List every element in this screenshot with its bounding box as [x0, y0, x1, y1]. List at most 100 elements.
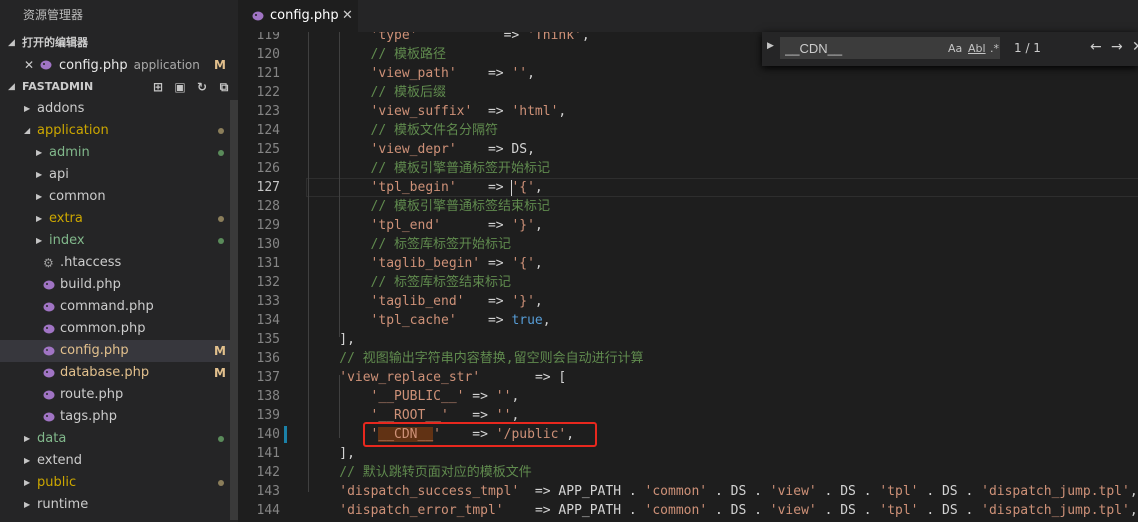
- tree-item-htaccess[interactable]: ⚙ .htaccess: [0, 252, 238, 274]
- code-text: // 模板引擎普通标签结束标记: [371, 197, 550, 216]
- find-input[interactable]: [780, 37, 1000, 59]
- tree-item-label: config.php: [60, 343, 129, 358]
- line-number: 142: [256, 465, 280, 480]
- line-number: 123: [256, 104, 280, 119]
- tree-item-command-php[interactable]: command.php: [0, 296, 238, 318]
- code-line[interactable]: 142 // 默认跳转页面对应的模板文件: [238, 463, 1138, 482]
- code-editor[interactable]: 119 'type' => 'Think', 120 // 模板路径 121 'view_…: [238, 32, 1138, 522]
- project-label: FASTADMIN: [22, 80, 94, 93]
- whole-word-icon[interactable]: Abl: [968, 42, 986, 55]
- code-line[interactable]: 127 'tpl_begin' => '{',: [238, 178, 1138, 197]
- tree-item-runtime[interactable]: ▶ runtime: [0, 494, 238, 516]
- code-line[interactable]: 140 '__CDN__' => '/public',: [238, 422, 1138, 447]
- tree-item-common[interactable]: ▶ common: [0, 186, 238, 208]
- explorer-actions: ⊞ ▣ ↻ ⧉: [150, 76, 232, 98]
- text-cursor: [511, 180, 513, 196]
- code-line[interactable]: 132 // 标签库标签结束标记: [238, 273, 1138, 292]
- code-line[interactable]: 141],: [238, 444, 1138, 463]
- modified-badge: M: [214, 58, 226, 72]
- code-line[interactable]: 126 // 模板引擎普通标签开始标记: [238, 159, 1138, 178]
- tree-item-label: extend: [37, 453, 83, 468]
- code-token: =>: [417, 32, 528, 43]
- close-find-icon[interactable]: ✕: [1132, 39, 1138, 55]
- tree-item-data[interactable]: ▶ data: [0, 428, 238, 450]
- code-token: =>: [472, 104, 512, 119]
- tree-item-extend[interactable]: ▶ extend: [0, 450, 238, 472]
- code-line[interactable]: 130 // 标签库标签开始标记: [238, 235, 1138, 254]
- tab-close-icon[interactable]: ✕: [342, 0, 353, 32]
- code-line[interactable]: 137 'view_replace_str' => [: [238, 368, 1138, 387]
- regex-icon[interactable]: .*: [990, 42, 999, 55]
- tree-item-config-php[interactable]: config.php M: [0, 340, 238, 362]
- editor-tab-bar: config.php ✕: [238, 0, 1138, 32]
- chevron-right-icon: ▶: [36, 192, 43, 201]
- tree-item-admin[interactable]: ▶ admin: [0, 142, 238, 164]
- code-line[interactable]: 125 'view_depr' => DS,: [238, 140, 1138, 159]
- line-number: 130: [256, 237, 280, 252]
- tree-item-public[interactable]: ▶ public: [0, 472, 238, 494]
- previous-match-icon[interactable]: ←: [1090, 39, 1102, 55]
- code-line[interactable]: 138 '__PUBLIC__' => '',: [238, 387, 1138, 406]
- sidebar-scrollbar[interactable]: [230, 100, 238, 520]
- tree-item-api[interactable]: ▶ api: [0, 164, 238, 186]
- tree-item-common-php[interactable]: common.php: [0, 318, 238, 340]
- tree-item-extra[interactable]: ▶ extra: [0, 208, 238, 230]
- code-text: ],: [339, 444, 355, 463]
- code-line[interactable]: 143 'dispatch_success_tmpl' => APP_PATH .…: [238, 482, 1138, 501]
- match-case-icon[interactable]: Aa: [948, 42, 962, 55]
- code-token: => APP_PATH .: [503, 503, 645, 518]
- tree-item-tags-php[interactable]: tags.php: [0, 406, 238, 428]
- tree-item-build-php[interactable]: build.php: [0, 274, 238, 296]
- code-line[interactable]: 134 'tpl_cache' => true,: [238, 311, 1138, 330]
- chevron-right-icon: ▶: [36, 236, 43, 245]
- next-match-icon[interactable]: →: [1111, 39, 1123, 55]
- refresh-icon[interactable]: ↻: [194, 76, 210, 98]
- code-line[interactable]: 144 'dispatch_error_tmpl' => APP_PATH . '…: [238, 501, 1138, 520]
- code-token: 'view_replace_str': [339, 370, 481, 385]
- code-line[interactable]: 131 'taglib_begin' => '{',: [238, 254, 1138, 273]
- code-token: '': [511, 66, 528, 81]
- code-token: ],: [339, 332, 355, 347]
- code-token: // 视图输出字符串内容替换,留空则会自动进行计算: [339, 351, 644, 366]
- code-token: 'type': [370, 32, 418, 43]
- code-token: 'dispatch_jump.tpl': [981, 503, 1130, 518]
- tab-config-php[interactable]: config.php ✕: [238, 0, 358, 32]
- code-line[interactable]: 135],: [238, 330, 1138, 349]
- tree-item-route-php[interactable]: route.php: [0, 384, 238, 406]
- open-editors-header[interactable]: ◢ 打开的编辑器: [0, 32, 238, 54]
- code-line[interactable]: 123 'view_suffix' => 'html',: [238, 102, 1138, 121]
- tree-item-label: application: [37, 123, 109, 138]
- open-editor-item[interactable]: ✕ config.php application M: [0, 54, 238, 76]
- code-line[interactable]: 128 // 模板引擎普通标签结束标记: [238, 197, 1138, 216]
- line-number: 135: [256, 332, 280, 347]
- code-line[interactable]: 136 // 视图输出字符串内容替换,留空则会自动进行计算: [238, 349, 1138, 368]
- code-text: // 标签库标签结束标记: [371, 273, 511, 292]
- line-number: 125: [256, 142, 280, 157]
- tree-item-index[interactable]: ▶ index: [0, 230, 238, 252]
- code-token: ,: [542, 313, 551, 328]
- code-line[interactable]: 129 'tpl_end' => '}',: [238, 216, 1138, 235]
- collapse-all-icon[interactable]: ⧉: [216, 76, 232, 98]
- code-text: // 模板路径: [371, 45, 446, 64]
- code-line[interactable]: 124 // 模板文件名分隔符: [238, 121, 1138, 140]
- code-line[interactable]: 122 // 模板后缀: [238, 83, 1138, 102]
- line-number: 119: [256, 32, 280, 43]
- project-header[interactable]: ◢ FASTADMIN ⊞ ▣ ↻ ⧉: [0, 76, 238, 98]
- gear-icon: ⚙: [43, 256, 54, 270]
- new-folder-icon[interactable]: ▣: [172, 76, 188, 98]
- tree-item-application[interactable]: ◢ application: [0, 120, 238, 142]
- code-line[interactable]: 121 'view_path' => '',: [238, 64, 1138, 83]
- code-token: => DS,: [456, 142, 535, 157]
- tree-item-database-php[interactable]: database.php M: [0, 362, 238, 384]
- chevron-right-icon[interactable]: ▶: [767, 41, 774, 51]
- code-text: // 模板引擎普通标签开始标记: [371, 159, 550, 178]
- new-file-icon[interactable]: ⊞: [150, 76, 166, 98]
- code-token: => APP_PATH .: [519, 484, 645, 499]
- code-text: 'dispatch_error_tmpl' => APP_PATH . 'com…: [339, 501, 1137, 520]
- tree-item-addons[interactable]: ▶ addons: [0, 98, 238, 120]
- code-token: 'Think': [527, 32, 582, 43]
- tree-item-label: extra: [49, 211, 83, 226]
- close-icon[interactable]: ✕: [24, 54, 34, 76]
- code-line[interactable]: 133 'taglib_end' => '}',: [238, 292, 1138, 311]
- tab-label: config.php: [270, 8, 339, 23]
